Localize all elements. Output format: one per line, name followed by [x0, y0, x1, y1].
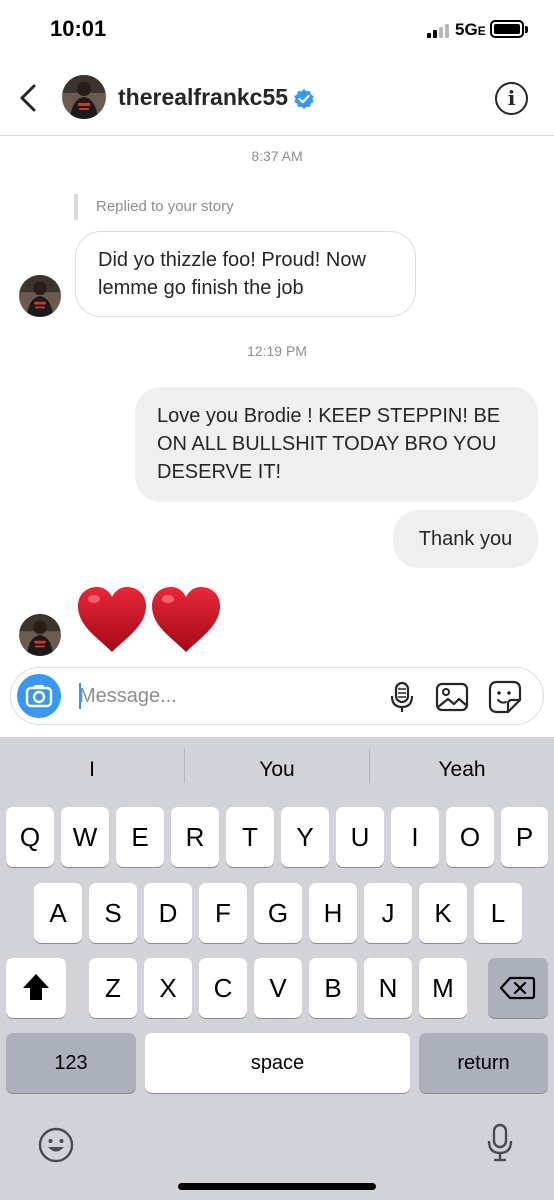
key-c[interactable]: C [199, 958, 247, 1018]
delete-key[interactable] [488, 958, 548, 1018]
key-w[interactable]: W [61, 807, 109, 867]
sender-avatar[interactable] [19, 614, 61, 656]
heart-emoji-message[interactable] [76, 586, 226, 656]
chat-header: therealfrankc55 i [0, 60, 554, 136]
key-m[interactable]: M [419, 958, 467, 1018]
key-a[interactable]: A [34, 883, 82, 943]
key-z[interactable]: Z [89, 958, 137, 1018]
suggestion-item[interactable]: I [0, 737, 184, 803]
suggestion-item[interactable]: You [185, 737, 369, 803]
predictive-bar: I You Yeah [0, 737, 554, 803]
network-label: 5GE [455, 20, 486, 39]
key-p[interactable]: P [501, 807, 548, 867]
shift-icon [23, 974, 49, 1000]
key-r[interactable]: R [171, 807, 219, 867]
space-key[interactable]: space [145, 1033, 410, 1093]
microphone-icon[interactable] [385, 680, 419, 714]
chevron-left-icon [20, 84, 36, 112]
verified-badge-icon [294, 89, 314, 109]
key-s[interactable]: S [89, 883, 137, 943]
numbers-key[interactable]: 123 [6, 1033, 136, 1093]
key-h[interactable]: H [309, 883, 357, 943]
signal-icon [427, 22, 453, 38]
key-g[interactable]: G [254, 883, 302, 943]
key-v[interactable]: V [254, 958, 302, 1018]
key-k[interactable]: K [419, 883, 467, 943]
key-j[interactable]: J [364, 883, 412, 943]
outgoing-message-bubble[interactable]: Thank you [393, 510, 538, 568]
incoming-message-bubble[interactable]: Did yo thizzle foo! Proud! Now lemme go … [75, 231, 416, 317]
status-bar: 10:01 5GE [0, 0, 554, 60]
outgoing-message-bubble[interactable]: Love you Brodie ! KEEP STEPPIN! BE ON AL… [135, 387, 538, 502]
gallery-icon[interactable] [435, 680, 469, 714]
text-caret [79, 683, 81, 709]
key-q[interactable]: Q [6, 807, 54, 867]
message-input[interactable] [79, 678, 379, 714]
message-text-line: Did yo thizzle foo! Proud! Now [98, 249, 366, 271]
key-y[interactable]: Y [281, 807, 329, 867]
message-timestamp: 12:19 PM [247, 343, 307, 359]
avatar[interactable] [62, 75, 106, 119]
message-text-line: lemme go finish the job [98, 277, 304, 299]
story-reply-note: Replied to your story [74, 194, 234, 220]
key-b[interactable]: B [309, 958, 357, 1018]
return-key[interactable]: return [419, 1033, 548, 1093]
heart-icon [152, 587, 220, 652]
key-f[interactable]: F [199, 883, 247, 943]
emoji-icon[interactable] [36, 1125, 76, 1165]
status-time: 10:01 [50, 16, 107, 41]
sender-avatar[interactable] [19, 275, 61, 317]
key-x[interactable]: X [144, 958, 192, 1018]
home-indicator[interactable] [178, 1183, 376, 1190]
message-timestamp: 8:37 AM [251, 148, 303, 164]
backspace-icon [499, 976, 536, 1000]
suggestion-item[interactable]: Yeah [370, 737, 554, 803]
key-l[interactable]: L [474, 883, 522, 943]
heart-icon [78, 587, 146, 652]
sticker-icon[interactable] [488, 680, 522, 714]
message-composer [10, 667, 544, 725]
key-o[interactable]: O [446, 807, 494, 867]
camera-icon [25, 685, 53, 708]
camera-button[interactable] [17, 674, 61, 718]
info-button[interactable]: i [495, 82, 528, 115]
message-text-line: ON ALL BULLSHIT TODAY BRO YOU [157, 433, 497, 455]
key-n[interactable]: N [364, 958, 412, 1018]
shift-key[interactable] [6, 958, 66, 1018]
back-button[interactable] [14, 80, 46, 116]
key-i[interactable]: I [391, 807, 439, 867]
battery-icon [490, 20, 528, 38]
key-d[interactable]: D [144, 883, 192, 943]
key-t[interactable]: T [226, 807, 274, 867]
message-text-line: DESERVE IT! [157, 461, 282, 483]
keyboard: I You Yeah Q W E R T Y U I O P A S D F G… [0, 737, 554, 1200]
dictation-icon[interactable] [480, 1123, 520, 1163]
key-e[interactable]: E [116, 807, 164, 867]
username[interactable]: therealfrankc55 [118, 84, 288, 111]
message-text-line: Love you Brodie ! KEEP STEPPIN! BE [157, 405, 501, 427]
key-u[interactable]: U [336, 807, 384, 867]
